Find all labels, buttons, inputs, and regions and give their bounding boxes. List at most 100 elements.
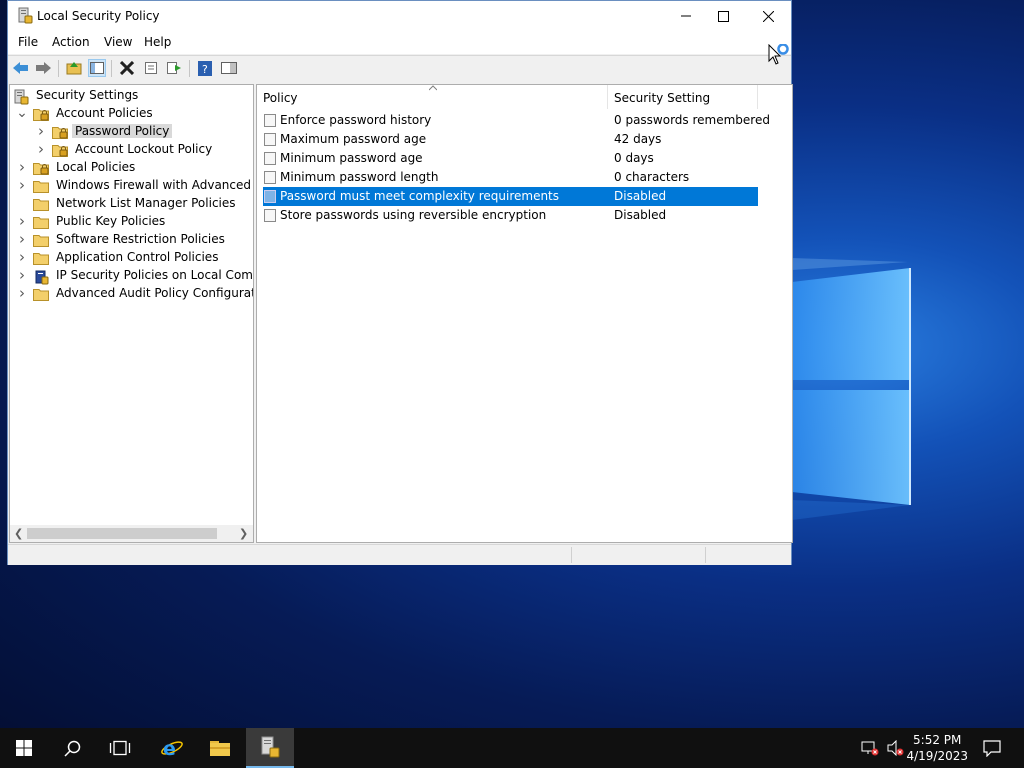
- title-bar[interactable]: Local Security Policy: [8, 1, 791, 32]
- toolbar: ?: [8, 55, 791, 81]
- policy-item-icon: [264, 152, 276, 165]
- expand-icon[interactable]: ›: [17, 212, 27, 230]
- policy-row[interactable]: Minimum password length 0 characters: [263, 168, 758, 187]
- tree-item-label: Public Key Policies: [56, 214, 166, 228]
- details-pane: Policy Security Setting Enforce password…: [256, 84, 793, 543]
- folder-icon: [33, 251, 49, 265]
- policy-setting: 0 characters: [614, 170, 690, 184]
- busy-cursor-icon: [768, 44, 789, 65]
- tree-item-application-control-policies[interactable]: › Application Control Policies: [17, 248, 221, 266]
- tree-item-public-key-policies[interactable]: › Public Key Policies: [17, 212, 168, 230]
- console-tree[interactable]: Security Settings ⌄ Account Policies › Passw…: [9, 84, 254, 543]
- show-hide-console-tree-button[interactable]: [88, 59, 106, 77]
- tree-item-label: Network List Manager Policies: [56, 196, 236, 210]
- collapse-icon[interactable]: ⌄: [16, 105, 28, 121]
- expand-icon[interactable]: ›: [36, 122, 46, 140]
- up-one-level-button[interactable]: [65, 59, 83, 77]
- properties-button[interactable]: [142, 59, 160, 77]
- internet-explorer-button[interactable]: e: [148, 728, 196, 768]
- local-security-policy-window: Local Security Policy File Action View H…: [7, 0, 793, 565]
- policy-row[interactable]: Password must meet complexity requiremen…: [263, 187, 758, 206]
- menu-action[interactable]: Action: [52, 35, 90, 49]
- action-center-button[interactable]: [968, 728, 1016, 768]
- expand-icon[interactable]: ›: [36, 140, 46, 158]
- policy-name: Password must meet complexity requiremen…: [280, 189, 560, 203]
- tree-item-network-list-manager-policies[interactable]: Network List Manager Policies: [17, 194, 239, 212]
- help-button[interactable]: ?: [196, 59, 214, 77]
- tree-item-label: Account Lockout Policy: [75, 142, 213, 156]
- tree-item-ip-security-policies-on-local-compute[interactable]: › IP Security Policies on Local Compute: [17, 266, 253, 284]
- folder-icon: [33, 197, 49, 211]
- tree-horizontal-scrollbar[interactable]: ❮ ❯: [10, 525, 253, 542]
- tree-item-local-policies[interactable]: › Local Policies: [17, 158, 138, 176]
- menu-help[interactable]: Help: [144, 35, 171, 49]
- policy-row[interactable]: Minimum password age 0 days: [263, 149, 758, 168]
- task-view-button[interactable]: [96, 728, 144, 768]
- policy-name: Store passwords using reversible encrypt…: [280, 208, 547, 222]
- delete-icon: [120, 61, 134, 75]
- tree-item-label: Windows Firewall with Advanced Secu: [56, 178, 253, 192]
- local-security-policy-taskbar-button[interactable]: [246, 728, 294, 768]
- taskbar: e 5:52 PM 4/19/2023: [0, 728, 1024, 768]
- column-header-policy[interactable]: Policy: [257, 85, 608, 109]
- column-header-security-setting[interactable]: Security Setting: [608, 85, 758, 109]
- maximize-button[interactable]: [700, 1, 746, 31]
- local-security-policy-icon: [261, 736, 280, 758]
- minimize-icon: [681, 15, 691, 17]
- tree-item-account-policies[interactable]: ⌄ Account Policies: [16, 104, 156, 122]
- search-button[interactable]: [48, 728, 96, 768]
- expand-icon[interactable]: ›: [17, 266, 27, 284]
- export-list-icon: [167, 62, 181, 74]
- tree-item-security-settings[interactable]: Security Settings: [13, 86, 141, 104]
- tree-item-label: Local Policies: [56, 160, 136, 174]
- clock-time: 5:52 PM: [913, 733, 962, 747]
- tree-item-label: Advanced Audit Policy Configuration: [56, 286, 254, 300]
- tree-item-label: Software Restriction Policies: [56, 232, 225, 246]
- close-button[interactable]: [745, 1, 791, 31]
- show-hide-action-pane-button[interactable]: [220, 59, 238, 77]
- tree-item-label: Security Settings: [36, 88, 139, 102]
- expand-icon[interactable]: ›: [17, 284, 27, 302]
- tree-item-software-restriction-policies[interactable]: › Software Restriction Policies: [17, 230, 228, 248]
- expand-icon: [17, 198, 27, 208]
- menu-file[interactable]: File: [18, 35, 38, 49]
- up-folder-icon: [66, 62, 82, 75]
- tree-item-account-lockout-policy[interactable]: › Account Lockout Policy: [36, 140, 215, 158]
- forward-button[interactable]: [34, 59, 52, 77]
- clock-date: 4/19/2023: [906, 749, 968, 763]
- tree-item-windows-firewall-with-advanced-secu[interactable]: › Windows Firewall with Advanced Secu: [17, 176, 253, 194]
- policy-row[interactable]: Maximum password age 42 days: [263, 130, 758, 149]
- tree-item-password-policy[interactable]: › Password Policy: [36, 122, 173, 140]
- start-button[interactable]: [0, 728, 48, 768]
- policy-row[interactable]: Enforce password history 0 passwords reme…: [263, 111, 770, 130]
- delete-button[interactable]: [118, 59, 136, 77]
- policy-item-icon: [264, 190, 276, 203]
- taskbar-clock[interactable]: 5:52 PM 4/19/2023: [906, 732, 968, 764]
- show-action-pane-icon: [221, 62, 237, 74]
- file-explorer-button[interactable]: [196, 728, 244, 768]
- tree-item-advanced-audit-policy-configuration[interactable]: › Advanced Audit Policy Configuration: [17, 284, 254, 302]
- folder-lock-icon: [33, 161, 49, 175]
- expand-icon[interactable]: ›: [17, 248, 27, 266]
- back-button[interactable]: [12, 59, 30, 77]
- volume-icon: [887, 740, 904, 756]
- scrollbar-thumb[interactable]: [27, 528, 217, 539]
- policy-item-icon: [264, 133, 276, 146]
- scroll-right-arrow-icon[interactable]: ❯: [239, 527, 248, 540]
- expand-icon[interactable]: ›: [17, 230, 27, 248]
- menu-view[interactable]: View: [104, 35, 132, 49]
- svg-text:e: e: [163, 738, 176, 760]
- show-hide-tree-icon: [90, 62, 104, 74]
- folder-lock-icon: [52, 125, 68, 139]
- back-arrow-icon: [13, 62, 28, 74]
- export-list-button[interactable]: [165, 59, 183, 77]
- expand-icon[interactable]: ›: [17, 158, 27, 176]
- folder-icon: [33, 233, 49, 247]
- policy-item-icon: [264, 209, 276, 222]
- policy-row[interactable]: Store passwords using reversible encrypt…: [263, 206, 758, 225]
- task-view-icon: [109, 740, 131, 756]
- expand-icon[interactable]: ›: [17, 176, 27, 194]
- scroll-left-arrow-icon[interactable]: ❮: [14, 527, 23, 540]
- security-settings-icon: [13, 89, 29, 104]
- forward-arrow-icon: [36, 62, 51, 74]
